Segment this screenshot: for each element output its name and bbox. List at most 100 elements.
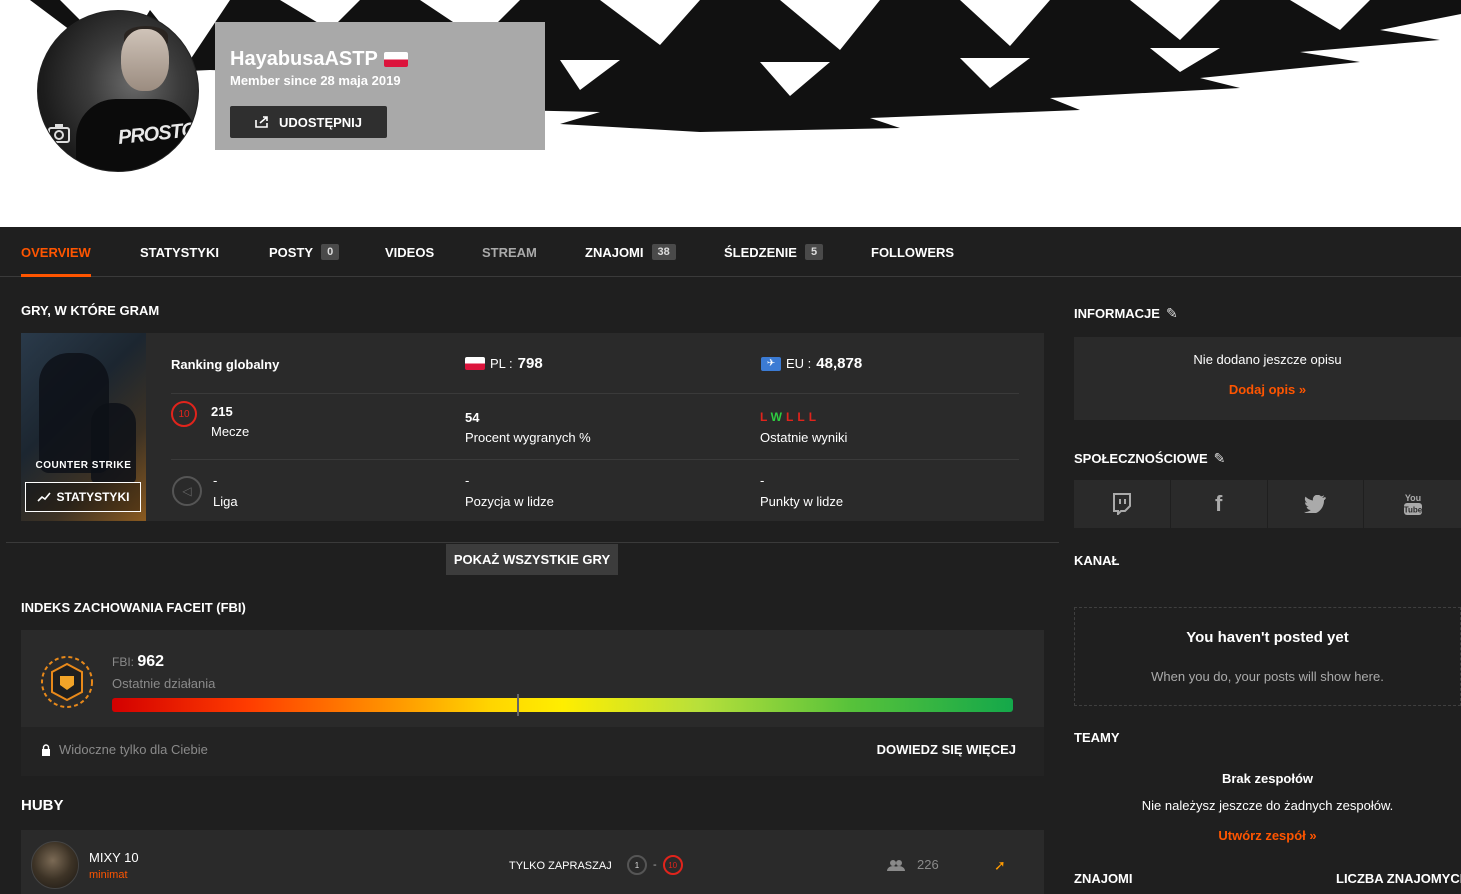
fbi-section-title: INDEKS ZACHOWANIA FACEIT (FBI) <box>21 600 246 615</box>
channel-empty-subtitle: When you do, your posts will show here. <box>1151 669 1384 684</box>
hubs-section-title: HUBY <box>21 797 64 814</box>
edit-social-pencil-icon[interactable]: ✎ <box>1214 450 1226 467</box>
global-ranking-label: Ranking globalny <box>171 357 280 372</box>
result-0: L <box>760 410 771 424</box>
share-label: UDOSTĘPNIJ <box>278 114 363 130</box>
visibility-note-text: Widoczne tylko dla Ciebie <box>59 742 208 757</box>
fbi-score-value: 962 <box>137 653 165 670</box>
add-description-link[interactable]: Dodaj opis » <box>1074 382 1461 397</box>
fbi-subtitle: Ostatnie działania <box>112 676 216 691</box>
hub-row[interactable]: MIXY 10 minimat TYLKO ZAPRASZAJ 1 - 10 2… <box>21 830 1044 894</box>
tab-overview-label: OVERVIEW <box>21 244 91 260</box>
social-title-text: SPOŁECZNOŚCIOWE <box>1074 451 1208 466</box>
teams-empty-box: Brak zespołów Nie należysz jeszcze do ża… <box>1074 760 1461 856</box>
eu-ranking-label: EU : <box>786 356 812 371</box>
max-level-icon: 10 <box>662 855 683 875</box>
tab-overview[interactable]: OVERVIEW <box>21 227 91 277</box>
youtube-icon[interactable]: You Tube <box>1364 480 1461 528</box>
visibility-note: Widoczne tylko dla Ciebie <box>41 742 208 757</box>
poland-flag-icon <box>465 357 485 370</box>
info-empty-text: Nie dodano jeszcze opisu <box>1193 352 1342 367</box>
row-separator <box>171 393 1019 394</box>
result-4: L <box>808 410 821 424</box>
fbi-gradient-bar <box>112 698 1013 712</box>
fbi-card: FBI: 962 Ostatnie działania Widoczne tyl… <box>21 630 1044 776</box>
show-all-games-button[interactable]: POKAŻ WSZYSTKIE GRY <box>446 544 618 575</box>
tab-statystyki[interactable]: STATYSTYKI <box>140 227 219 277</box>
tab-stream[interactable]: STREAM <box>482 227 537 277</box>
share-button[interactable]: UDOSTĘPNIJ <box>230 106 387 138</box>
game-cover-image[interactable]: COUNTER STRIKE STATYSTYKI <box>21 333 146 521</box>
profile-banner: PROSTO HayabusaASTP Member since 28 maja… <box>0 0 1461 227</box>
learn-more-link[interactable]: DOWIEDZ SIĘ WIĘCEJ <box>877 742 1016 757</box>
pl-ranking-value: 798 <box>517 355 543 372</box>
tab-posty[interactable]: POSTY 0 <box>269 227 340 277</box>
tab-znajomi-badge: 38 <box>651 244 676 260</box>
tab-znajomi-label: ZNAJOMI <box>585 244 644 260</box>
hub-members-count: 226 <box>917 857 939 872</box>
game-stats-button[interactable]: STATYSTYKI <box>25 482 141 512</box>
trend-icon <box>36 492 51 502</box>
teams-empty-title: Brak zespołów <box>1221 771 1314 786</box>
result-2: L <box>786 410 798 424</box>
teams-title: TEAMY <box>1074 730 1120 745</box>
social-links: f You Tube <box>1074 480 1461 528</box>
channel-empty-box: You haven't posted yet When you do, your… <box>1074 607 1461 706</box>
channel-title: KANAŁ <box>1074 553 1120 568</box>
twitch-icon[interactable] <box>1074 480 1171 528</box>
twitter-icon[interactable] <box>1267 480 1365 528</box>
tab-znajomi[interactable]: ZNAJOMI 38 <box>585 227 676 277</box>
hub-members: 226 <box>887 857 939 872</box>
lock-icon <box>42 743 50 756</box>
result-1: W <box>770 410 786 424</box>
fbi-bar-marker <box>517 694 520 716</box>
edit-info-pencil-icon[interactable]: ✎ <box>1166 305 1178 322</box>
facebook-icon[interactable]: f <box>1170 480 1268 528</box>
result-3: L <box>797 410 809 424</box>
tab-statystyki-label: STATYSTYKI <box>140 244 219 260</box>
league-value: - <box>213 473 218 488</box>
fbi-footer: Widoczne tylko dla Ciebie DOWIEDZ SIĘ WI… <box>21 727 1044 776</box>
matches-value: 215 <box>211 404 233 419</box>
avatar-head <box>121 29 169 91</box>
winrate-value: 54 <box>465 410 480 425</box>
league-position-label: Pozycja w lidze <box>465 494 554 509</box>
profile-avatar[interactable]: PROSTO <box>37 10 199 172</box>
friends-count-title: LICZBA ZNAJOMYCH <box>1336 871 1461 886</box>
tab-sledzenie[interactable]: ŚLEDZENIE 5 <box>724 227 824 277</box>
eu-ranking: ✈ EU : 48,878 <box>761 355 862 372</box>
share-icon <box>255 116 268 128</box>
camera-icon[interactable] <box>48 123 70 149</box>
social-title: SPOŁECZNOŚCIOWE ✎ <box>1074 450 1225 467</box>
game-stats-label: STATYSTYKI <box>56 490 130 504</box>
tab-stream-label: STREAM <box>482 244 537 260</box>
recent-results: LWLLL <box>760 410 820 424</box>
league-label: Liga <box>213 494 238 509</box>
cover-soldier-2 <box>91 403 136 483</box>
fbi-score: FBI: 962 <box>112 653 164 671</box>
hub-owner[interactable]: minimat <box>89 869 128 881</box>
info-title: INFORMACJE ✎ <box>1074 305 1178 322</box>
join-hub-icon[interactable]: ➚ <box>994 857 1006 874</box>
winrate-label: Procent wygranych % <box>465 430 591 445</box>
tab-videos-label: VIDEOS <box>385 244 435 260</box>
username: HayabusaASTP <box>230 48 378 70</box>
svg-text:You: You <box>1404 493 1420 503</box>
hub-name[interactable]: MIXY 10 <box>89 850 139 865</box>
tab-videos[interactable]: VIDEOS <box>385 227 434 277</box>
eu-ranking-value: 48,878 <box>816 355 863 372</box>
pl-ranking-label: PL : <box>490 356 513 371</box>
game-logo: COUNTER STRIKE <box>35 460 132 471</box>
tab-followers-label: FOLLOWERS <box>871 244 955 260</box>
channel-empty-title: You haven't posted yet <box>1186 629 1349 646</box>
league-points-value: - <box>760 473 765 488</box>
tab-posty-label: POSTY <box>269 244 314 260</box>
tab-sledzenie-badge: 5 <box>804 244 824 260</box>
tab-followers[interactable]: FOLLOWERS <box>871 227 954 277</box>
pl-ranking: PL : 798 <box>465 355 543 372</box>
teams-empty-subtitle: Nie należysz jeszcze do żadnych zespołów… <box>1141 798 1394 813</box>
league-points-label: Punkty w lidze <box>760 494 844 509</box>
create-team-link[interactable]: Utwórz zespół » <box>1074 828 1461 843</box>
hub-avatar[interactable] <box>31 841 79 889</box>
tab-sledzenie-label: ŚLEDZENIE <box>724 244 797 260</box>
